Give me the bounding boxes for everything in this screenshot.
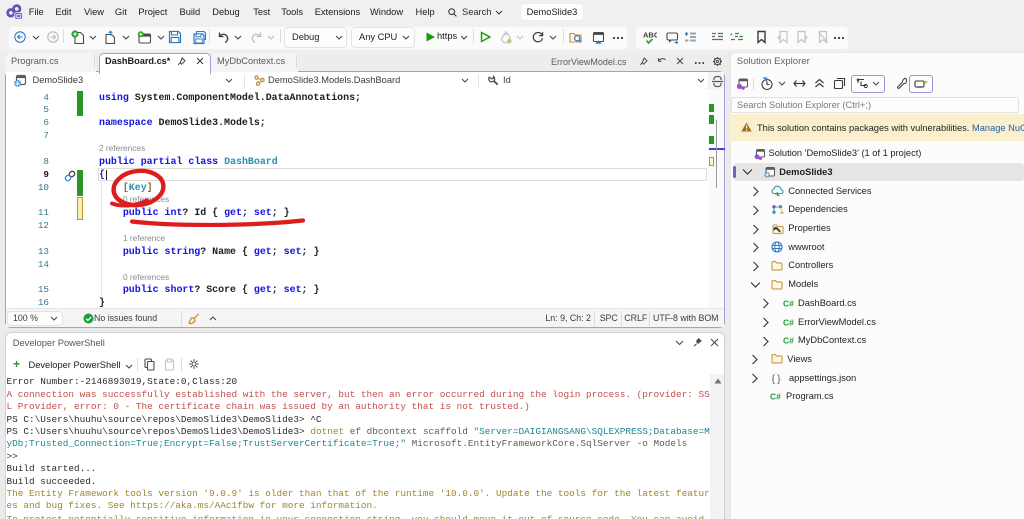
svg-text:{ }: { } — [772, 373, 782, 385]
svg-text:ABC: ABC — [643, 31, 657, 40]
